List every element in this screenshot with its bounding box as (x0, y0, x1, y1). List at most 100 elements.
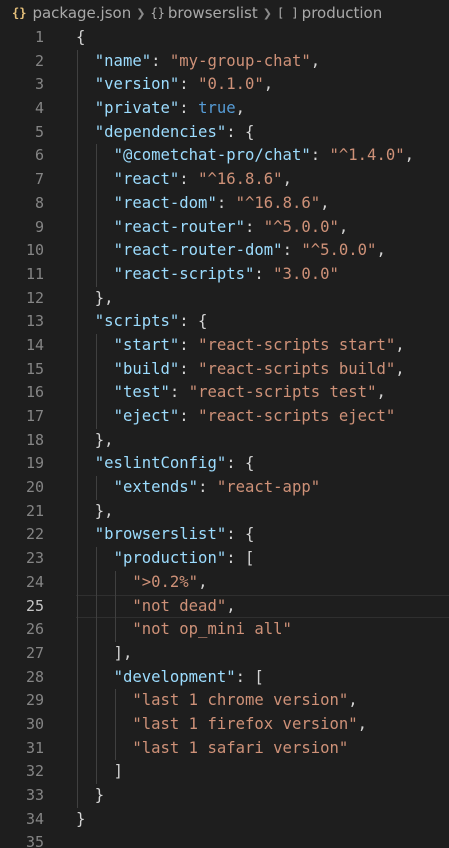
breadcrumb-item[interactable]: [ ] production (277, 4, 382, 22)
code-line[interactable]: 1{ (0, 26, 449, 50)
json-punctuation: ] (113, 762, 123, 781)
json-string: "react-scripts start" (198, 335, 396, 354)
json-string: "0.1.0" (198, 75, 264, 94)
code-line[interactable]: 25 "not dead", (0, 594, 449, 619)
code-text: "eject": "react-scripts eject" (76, 405, 396, 429)
line-number: 9 (34, 217, 44, 236)
code-line[interactable]: 6 "@cometchat-pro/chat": "^1.4.0", (0, 144, 449, 169)
json-string: "not op_mini all" (132, 620, 292, 639)
code-text: "@cometchat-pro/chat": "^1.4.0", (76, 144, 414, 168)
code-text: "not op_mini all" (76, 618, 292, 642)
code-text: "react-scripts": "3.0.0" (76, 263, 339, 287)
line-number: 28 (25, 667, 44, 686)
code-text: }, (76, 500, 114, 524)
json-punctuation: , (357, 714, 368, 733)
json-key: "eslintConfig" (94, 454, 227, 473)
line-number: 35 (25, 833, 44, 848)
json-key: "start" (113, 335, 180, 354)
json-punctuation: : (198, 478, 217, 497)
json-key: "production" (113, 549, 227, 568)
code-line[interactable]: 21 }, (0, 499, 449, 524)
code-text: "react": "^16.8.6", (76, 168, 292, 192)
json-punctuation: : [ (226, 549, 255, 568)
code-line[interactable]: 17 "eject": "react-scripts eject" (0, 405, 449, 429)
breadcrumb-section[interactable]: {} browserslist (150, 4, 257, 22)
line-number: 27 (25, 643, 44, 662)
code-line[interactable]: 13 "scripts": { (0, 310, 449, 334)
code-line[interactable]: 31 "last 1 safari version" (0, 736, 449, 761)
code-line[interactable]: 12 }, (0, 286, 449, 311)
json-string: "3.0.0" (273, 264, 339, 283)
code-line[interactable]: 19 "eslintConfig": { (0, 452, 449, 477)
line-number: 22 (25, 525, 44, 544)
json-punctuation: : (179, 359, 199, 378)
json-punctuation: , (282, 170, 292, 189)
code-line[interactable]: 7 "react": "^16.8.6", (0, 168, 449, 192)
json-string: "^16.8.6" (235, 193, 321, 212)
line-number: 24 (25, 572, 44, 591)
code-line[interactable]: 8 "react-dom": "^16.8.6", (0, 191, 449, 216)
code-line[interactable]: 28 "development": [ (0, 665, 449, 690)
json-punctuation: , (235, 99, 246, 118)
code-area[interactable]: 1{2 "name": "my-group-chat", 3 "version":… (0, 26, 449, 848)
code-line[interactable]: 3 "version": "0.1.0", (0, 73, 449, 98)
breadcrumb-file[interactable]: {} package.json (12, 4, 131, 22)
json-file-icon: {} (12, 6, 27, 20)
json-punctuation: , (320, 193, 330, 212)
json-punctuation: : (282, 241, 302, 260)
code-line[interactable]: 22 "browserslist": { (0, 523, 449, 548)
json-key: "eject" (113, 407, 180, 425)
line-number: 15 (25, 359, 44, 378)
code-line[interactable]: 20 "extends": "react-app" (0, 476, 449, 500)
json-string: "not dead" (132, 596, 227, 615)
code-line[interactable]: 27 ], (0, 641, 449, 666)
json-key: "scripts" (94, 312, 180, 331)
code-line[interactable]: 23 "production": [ (0, 547, 449, 571)
code-line[interactable]: 18 }, (0, 428, 449, 453)
code-line[interactable]: 11 "react-scripts": "3.0.0" (0, 262, 449, 287)
line-number: 1 (34, 28, 44, 46)
code-line[interactable]: 16 "test": "react-scripts test", (0, 381, 449, 405)
line-number: 6 (34, 146, 44, 165)
code-line[interactable]: 14 "start": "react-scripts start", (0, 333, 449, 358)
line-number: 10 (25, 241, 44, 260)
breadcrumb: {} package.json ❯ {} browserslist ❯ [ ] … (0, 0, 449, 26)
code-line[interactable]: 15 "build": "react-scripts build", (0, 357, 449, 382)
line-number: 21 (25, 501, 44, 520)
code-line[interactable]: 32 ] (0, 760, 449, 784)
line-number: 25 (25, 596, 44, 615)
code-line[interactable]: 24 ">0.2%", (0, 570, 449, 595)
code-text: "react-router": "^5.0.0", (76, 216, 349, 240)
json-string: "^1.4.0" (329, 146, 405, 165)
json-punctuation: : (216, 193, 236, 212)
code-text: "name": "my-group-chat", (76, 50, 320, 74)
json-key: "dependencies" (94, 122, 227, 141)
code-line[interactable]: 33 } (0, 784, 449, 808)
json-punctuation: , (226, 596, 236, 615)
json-punctuation: , (310, 51, 321, 70)
code-line[interactable]: 29 "last 1 chrome version", (0, 689, 449, 713)
code-line[interactable]: 26 "not op_mini all" (0, 618, 449, 642)
json-key: "version" (94, 75, 180, 94)
code-line[interactable]: 2 "name": "my-group-chat", (0, 49, 449, 74)
code-line[interactable]: 35 (0, 831, 449, 848)
line-number: 18 (25, 430, 44, 449)
code-line[interactable]: 34} (0, 808, 449, 832)
line-number: 4 (34, 99, 44, 118)
json-key: "build" (113, 359, 180, 378)
json-string: "react-scripts build" (198, 359, 396, 378)
code-line[interactable]: 30 "last 1 firefox version", (0, 712, 449, 737)
code-text: ] (76, 760, 123, 784)
code-text: "last 1 safari version" (76, 737, 348, 761)
code-line[interactable]: 10 "react-router-dom": "^5.0.0", (0, 239, 449, 263)
code-text: "browserslist": { (76, 523, 255, 547)
code-line[interactable]: 5 "dependencies": { (0, 120, 449, 145)
code-text: "test": "react-scripts test", (76, 381, 386, 405)
code-text: { (76, 26, 85, 50)
object-icon: {} (150, 6, 165, 20)
code-line[interactable]: 4 "private": true, (0, 97, 449, 121)
code-line[interactable]: 9 "react-router": "^5.0.0", (0, 215, 449, 240)
code-editor[interactable]: {} package.json ❯ {} browserslist ❯ [ ] … (0, 0, 449, 848)
json-punctuation: : (254, 264, 274, 283)
code-text: "extends": "react-app" (76, 476, 321, 500)
